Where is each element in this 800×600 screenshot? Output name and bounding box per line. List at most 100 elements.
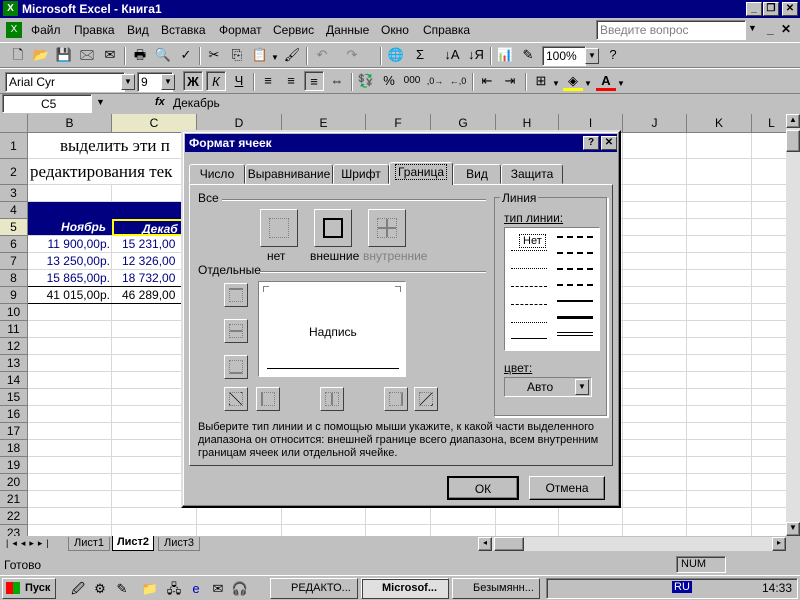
close-button[interactable]: ✕ [782, 2, 798, 16]
border-preview[interactable]: Надпись [258, 281, 406, 377]
quicklaunch-icon[interactable]: 🎧 [230, 579, 250, 599]
task-word[interactable]: РЕДАКТО... [270, 578, 358, 599]
doc-minimize-button[interactable]: _ [767, 22, 774, 36]
tab-protection[interactable]: Защита [501, 164, 563, 184]
row-header[interactable]: 2 [0, 159, 28, 185]
line-style-slant[interactable] [557, 252, 593, 254]
ok-button[interactable]: ОК [447, 476, 519, 500]
scroll-up-icon[interactable]: ▲ [786, 114, 800, 128]
cell-b9[interactable]: 41 015,00р. [28, 287, 110, 304]
workbook-icon[interactable]: X [6, 22, 22, 38]
dialog-close-button[interactable]: ✕ [601, 136, 617, 150]
preset-none-button[interactable] [260, 209, 298, 247]
size-dropdown-icon[interactable]: ▼ [161, 74, 175, 90]
menu-edit[interactable]: Правка [74, 23, 115, 37]
email-icon[interactable]: ✉ [100, 45, 120, 65]
cancel-button[interactable]: Отмена [529, 476, 605, 500]
border-top-button[interactable] [224, 283, 248, 307]
line-style-medium[interactable] [557, 300, 593, 302]
row-header[interactable]: 17 [0, 423, 28, 440]
border-right-button[interactable] [384, 387, 408, 411]
formula-input[interactable]: Декабрь [173, 96, 220, 110]
column-header[interactable]: L [752, 114, 786, 133]
zoom-field[interactable]: 100% [542, 46, 586, 66]
row-header[interactable]: 21 [0, 491, 28, 508]
cell-b5[interactable]: Ноябрь [28, 219, 106, 236]
row-header[interactable]: 7 [0, 253, 28, 270]
fill-color-icon[interactable]: ◈ [563, 71, 583, 91]
line-style-dashdot[interactable] [511, 286, 547, 287]
underline-button[interactable]: Ч [229, 71, 249, 91]
sheet-tab-3[interactable]: Лист3 [158, 537, 200, 551]
tab-font[interactable]: Шрифт [333, 164, 389, 184]
open-icon[interactable]: 📂 [31, 45, 51, 65]
row-header[interactable]: 19 [0, 457, 28, 474]
row-header[interactable]: 3 [0, 185, 28, 202]
select-all-corner[interactable] [0, 114, 28, 133]
quicklaunch-icon[interactable]: ✎ [112, 579, 132, 599]
zoom-dropdown-icon[interactable]: ▼ [585, 48, 599, 64]
hyperlink-icon[interactable]: 🌐 [386, 45, 406, 65]
menu-data[interactable]: Данные [326, 23, 369, 37]
menu-format[interactable]: Формат [219, 23, 262, 37]
help-search-input[interactable]: Введите вопрос [596, 20, 746, 40]
print-icon[interactable]: 🖶 [130, 45, 150, 65]
line-style-medium-dashdotdot[interactable] [557, 236, 593, 238]
spelling-icon[interactable]: ✓ [176, 45, 196, 65]
line-style-none[interactable]: Нет [519, 234, 546, 248]
thousands-icon[interactable]: 000 [402, 71, 422, 91]
row-header[interactable]: 12 [0, 338, 28, 355]
dialog-help-button[interactable]: ? [583, 136, 599, 150]
align-right-icon[interactable]: ≡ [304, 71, 324, 91]
scroll-left-icon[interactable]: ◂ [478, 537, 492, 551]
border-diag-up-button[interactable] [224, 387, 248, 411]
redo-icon[interactable]: ↷ [342, 45, 362, 65]
row-header[interactable]: 6 [0, 236, 28, 253]
menu-insert[interactable]: Вставка [161, 23, 206, 37]
tab-number[interactable]: Число [189, 164, 245, 184]
border-left-button[interactable] [256, 387, 280, 411]
new-icon[interactable]: 🗋 [8, 45, 28, 65]
border-diag-down-button[interactable] [414, 387, 438, 411]
sort-asc-icon[interactable]: ↓A [442, 45, 462, 65]
minimize-button[interactable]: _ [746, 2, 762, 16]
function-icon[interactable]: fx [155, 96, 165, 108]
cell-b6[interactable]: 11 900,00р. [28, 236, 110, 253]
format-painter-icon[interactable]: 🖌 [282, 45, 302, 65]
quicklaunch-icon[interactable]: ⚙ [90, 579, 110, 599]
decrease-decimal-icon[interactable]: ←,0 [448, 71, 468, 91]
chart-wizard-icon[interactable]: 📊 [495, 45, 515, 65]
line-style-dots[interactable] [511, 322, 547, 323]
font-name-field[interactable]: Arial Cyr [5, 72, 125, 92]
line-style-medium-dashed[interactable] [557, 284, 593, 286]
doc-close-button[interactable]: ✕ [781, 22, 791, 36]
sheet-tab-2[interactable]: Лист2 [112, 536, 154, 551]
name-box[interactable]: C5 [2, 94, 92, 113]
line-style-dashed[interactable] [511, 304, 547, 305]
border-middle-v-button[interactable] [320, 387, 344, 411]
preset-outline-button[interactable] [314, 209, 352, 247]
row-header[interactable]: 20 [0, 474, 28, 491]
row-header[interactable]: 9 [0, 287, 28, 304]
line-style-medium-dashdot[interactable] [557, 268, 593, 270]
quicklaunch-icon[interactable]: ✉ [208, 579, 228, 599]
paste-dropdown-icon[interactable]: ▼ [271, 53, 279, 62]
bold-button[interactable]: Ж [183, 71, 203, 91]
menu-help[interactable]: Справка [423, 23, 470, 37]
row-header[interactable]: 5 [0, 219, 28, 236]
permission-icon[interactable]: 🖂 [77, 45, 97, 65]
cut-icon[interactable]: ✂ [204, 45, 224, 65]
borders-dropdown-icon[interactable]: ▼ [552, 79, 560, 88]
sort-desc-icon[interactable]: ↓Я [466, 45, 486, 65]
quicklaunch-icon[interactable]: 📁 [140, 579, 160, 599]
row-header[interactable]: 11 [0, 321, 28, 338]
horizontal-scrollbar[interactable]: ◂ ▸ [478, 537, 786, 551]
line-style-dotted[interactable] [511, 268, 547, 269]
align-left-icon[interactable]: ≡ [258, 71, 278, 91]
fill-dropdown-icon[interactable]: ▼ [584, 79, 592, 88]
drawing-icon[interactable]: ✎ [518, 45, 538, 65]
sheet-nav-icons[interactable]: |◂◂▸▸| [6, 538, 53, 549]
borders-icon[interactable]: ⊞ [531, 71, 551, 91]
align-center-icon[interactable]: ≡ [281, 71, 301, 91]
row-header[interactable]: 15 [0, 389, 28, 406]
